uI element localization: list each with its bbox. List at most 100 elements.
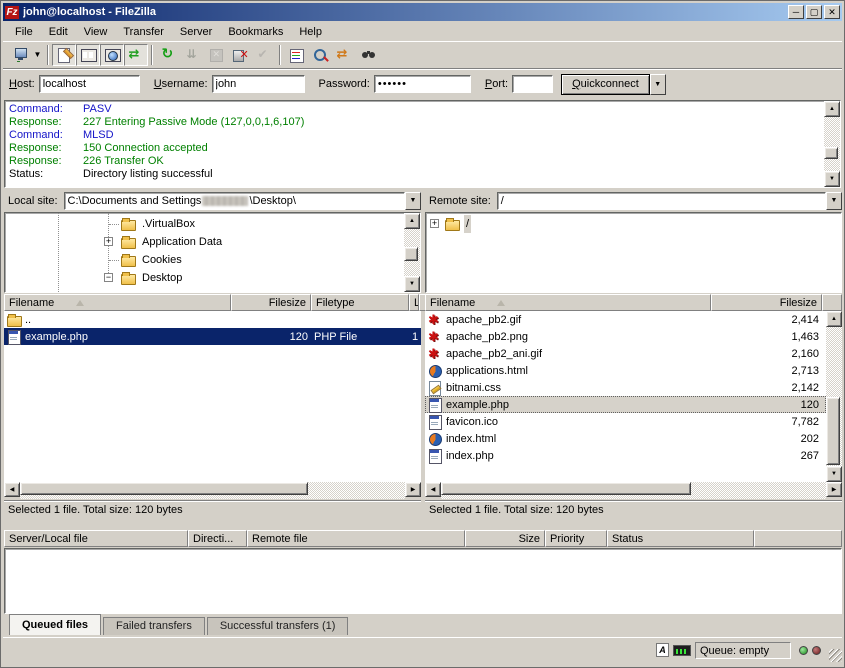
- local-horizontal-scrollbar[interactable]: ◀ ▶: [4, 482, 421, 499]
- chevron-down-icon[interactable]: ▼: [826, 192, 842, 210]
- directory-comparison-button[interactable]: [308, 44, 332, 66]
- local-site-combo[interactable]: C:\Documents and Settings\Desktop\ ▼: [64, 192, 421, 210]
- process-queue-button[interactable]: [180, 44, 204, 66]
- tab-successful-transfers-1-[interactable]: Successful transfers (1): [207, 617, 349, 635]
- menu-view[interactable]: View: [76, 24, 116, 40]
- file-row[interactable]: index.php267: [425, 447, 826, 464]
- tree-item-label[interactable]: Desktop: [140, 269, 184, 287]
- queue-column-remote-file[interactable]: Remote file: [247, 530, 465, 547]
- file-row[interactable]: ..: [4, 311, 421, 328]
- queue-column-directi-[interactable]: Directi...: [188, 530, 247, 547]
- menu-file[interactable]: File: [7, 24, 41, 40]
- column-header-filesize[interactable]: Filesize: [231, 294, 311, 311]
- remote-site-combo[interactable]: / ▼: [497, 192, 842, 210]
- cancel-operation-button[interactable]: [204, 44, 228, 66]
- find-files-button[interactable]: [356, 44, 380, 66]
- local-tree-scrollbar[interactable]: ▲ ▼: [404, 213, 420, 292]
- column-header-filetype[interactable]: Filetype: [311, 294, 409, 311]
- toggle-transfer-queue-button[interactable]: [124, 44, 148, 66]
- scroll-down-icon[interactable]: ▼: [824, 171, 840, 187]
- scrollbar-thumb[interactable]: [404, 247, 418, 261]
- file-row[interactable]: applications.html2,713: [425, 362, 826, 379]
- site-manager-button[interactable]: [7, 44, 31, 66]
- menu-edit[interactable]: Edit: [41, 24, 76, 40]
- minimize-button[interactable]: ─: [788, 5, 804, 19]
- expand-icon[interactable]: +: [104, 237, 113, 246]
- scroll-down-icon[interactable]: ▼: [826, 466, 842, 482]
- toggle-local-tree-button[interactable]: [76, 44, 100, 66]
- collapse-icon[interactable]: −: [104, 273, 113, 282]
- column-header-filename[interactable]: Filename: [425, 294, 711, 311]
- scroll-up-icon[interactable]: ▲: [826, 311, 842, 327]
- menu-bookmarks[interactable]: Bookmarks: [220, 24, 291, 40]
- column-header-l[interactable]: L: [409, 294, 419, 311]
- scrollbar-thumb[interactable]: [824, 147, 838, 159]
- refresh-button[interactable]: [156, 44, 180, 66]
- scroll-left-icon[interactable]: ◀: [425, 482, 441, 497]
- column-header-filesize[interactable]: Filesize: [711, 294, 822, 311]
- remote-path[interactable]: /: [497, 192, 826, 210]
- scroll-left-icon[interactable]: ◀: [4, 482, 20, 497]
- menu-server[interactable]: Server: [172, 24, 220, 40]
- tree-item[interactable]: .VirtualBox: [5, 215, 404, 233]
- toggle-remote-tree-button[interactable]: [100, 44, 124, 66]
- password-input[interactable]: [374, 75, 471, 93]
- close-button[interactable]: ✕: [824, 5, 840, 19]
- scroll-right-icon[interactable]: ▶: [826, 482, 842, 497]
- title-bar[interactable]: Fz john@localhost - FileZilla ─ ▢ ✕: [3, 3, 842, 21]
- maximize-button[interactable]: ▢: [806, 5, 822, 19]
- scroll-up-icon[interactable]: ▲: [404, 213, 420, 229]
- tree-item-label[interactable]: Application Data: [140, 233, 224, 251]
- message-log-scrollbar[interactable]: ▲ ▼: [824, 101, 840, 187]
- port-input[interactable]: [512, 75, 553, 93]
- remote-list-scrollbar[interactable]: ▲ ▼: [826, 311, 842, 482]
- queue-column-status[interactable]: Status: [607, 530, 754, 547]
- disconnect-button[interactable]: [228, 44, 252, 66]
- file-row[interactable]: apache_pb2_ani.gif2,160: [425, 345, 826, 362]
- file-row[interactable]: example.php120PHP File1: [4, 328, 421, 345]
- scrollbar-thumb[interactable]: [826, 397, 840, 465]
- file-row[interactable]: apache_pb2.png1,463: [425, 328, 826, 345]
- tree-item-label[interactable]: Cookies: [140, 251, 184, 269]
- tree-item[interactable]: Cookies: [5, 251, 404, 269]
- tree-item[interactable]: − Desktop: [5, 269, 404, 287]
- remote-horizontal-scrollbar[interactable]: ◀ ▶: [425, 482, 842, 499]
- local-path[interactable]: C:\Documents and Settings\Desktop\: [64, 192, 405, 210]
- quickconnect-button[interactable]: Quickconnect: [561, 74, 650, 95]
- directory-filters-button[interactable]: [284, 44, 308, 66]
- queue-column-size[interactable]: Size: [465, 530, 545, 547]
- quickconnect-dropdown[interactable]: ▼: [650, 74, 666, 95]
- scroll-down-icon[interactable]: ▼: [404, 276, 420, 292]
- chevron-down-icon[interactable]: ▼: [405, 192, 421, 210]
- site-manager-dropdown-icon[interactable]: ▼: [31, 44, 44, 66]
- resize-grip[interactable]: [829, 649, 842, 662]
- menu-transfer[interactable]: Transfer: [115, 24, 172, 40]
- file-row[interactable]: bitnami.css2,142: [425, 379, 826, 396]
- reconnect-button[interactable]: [252, 44, 276, 66]
- username-input[interactable]: [212, 75, 305, 93]
- tree-item-label[interactable]: .VirtualBox: [140, 215, 197, 233]
- tree-item[interactable]: + Application Data: [5, 233, 404, 251]
- tree-item-root[interactable]: + /: [426, 215, 841, 233]
- transfer-queue-list[interactable]: [4, 548, 842, 614]
- tab-failed-transfers[interactable]: Failed transfers: [103, 617, 205, 635]
- scrollbar-thumb[interactable]: [441, 482, 691, 495]
- file-row[interactable]: index.html202: [425, 430, 826, 447]
- tab-queued-files[interactable]: Queued files: [9, 614, 101, 635]
- menu-help[interactable]: Help: [291, 24, 330, 40]
- local-file-list: FilenameFilesizeFiletypeL ..example.php1…: [4, 294, 421, 499]
- file-row[interactable]: apache_pb2.gif2,414: [425, 311, 826, 328]
- synchronized-browsing-button[interactable]: [332, 44, 356, 66]
- file-row[interactable]: example.php120: [425, 396, 826, 413]
- scroll-up-icon[interactable]: ▲: [824, 101, 840, 117]
- scroll-right-icon[interactable]: ▶: [405, 482, 421, 497]
- toggle-message-log-button[interactable]: [52, 44, 76, 66]
- file-row[interactable]: favicon.ico7,782: [425, 413, 826, 430]
- expand-icon[interactable]: +: [430, 219, 439, 228]
- queue-column-priority[interactable]: Priority: [545, 530, 607, 547]
- tree-item-label[interactable]: /: [464, 215, 471, 233]
- column-header-filename[interactable]: Filename: [4, 294, 231, 311]
- scrollbar-thumb[interactable]: [20, 482, 308, 495]
- queue-column-server-local-file[interactable]: Server/Local file: [4, 530, 188, 547]
- host-input[interactable]: [39, 75, 140, 93]
